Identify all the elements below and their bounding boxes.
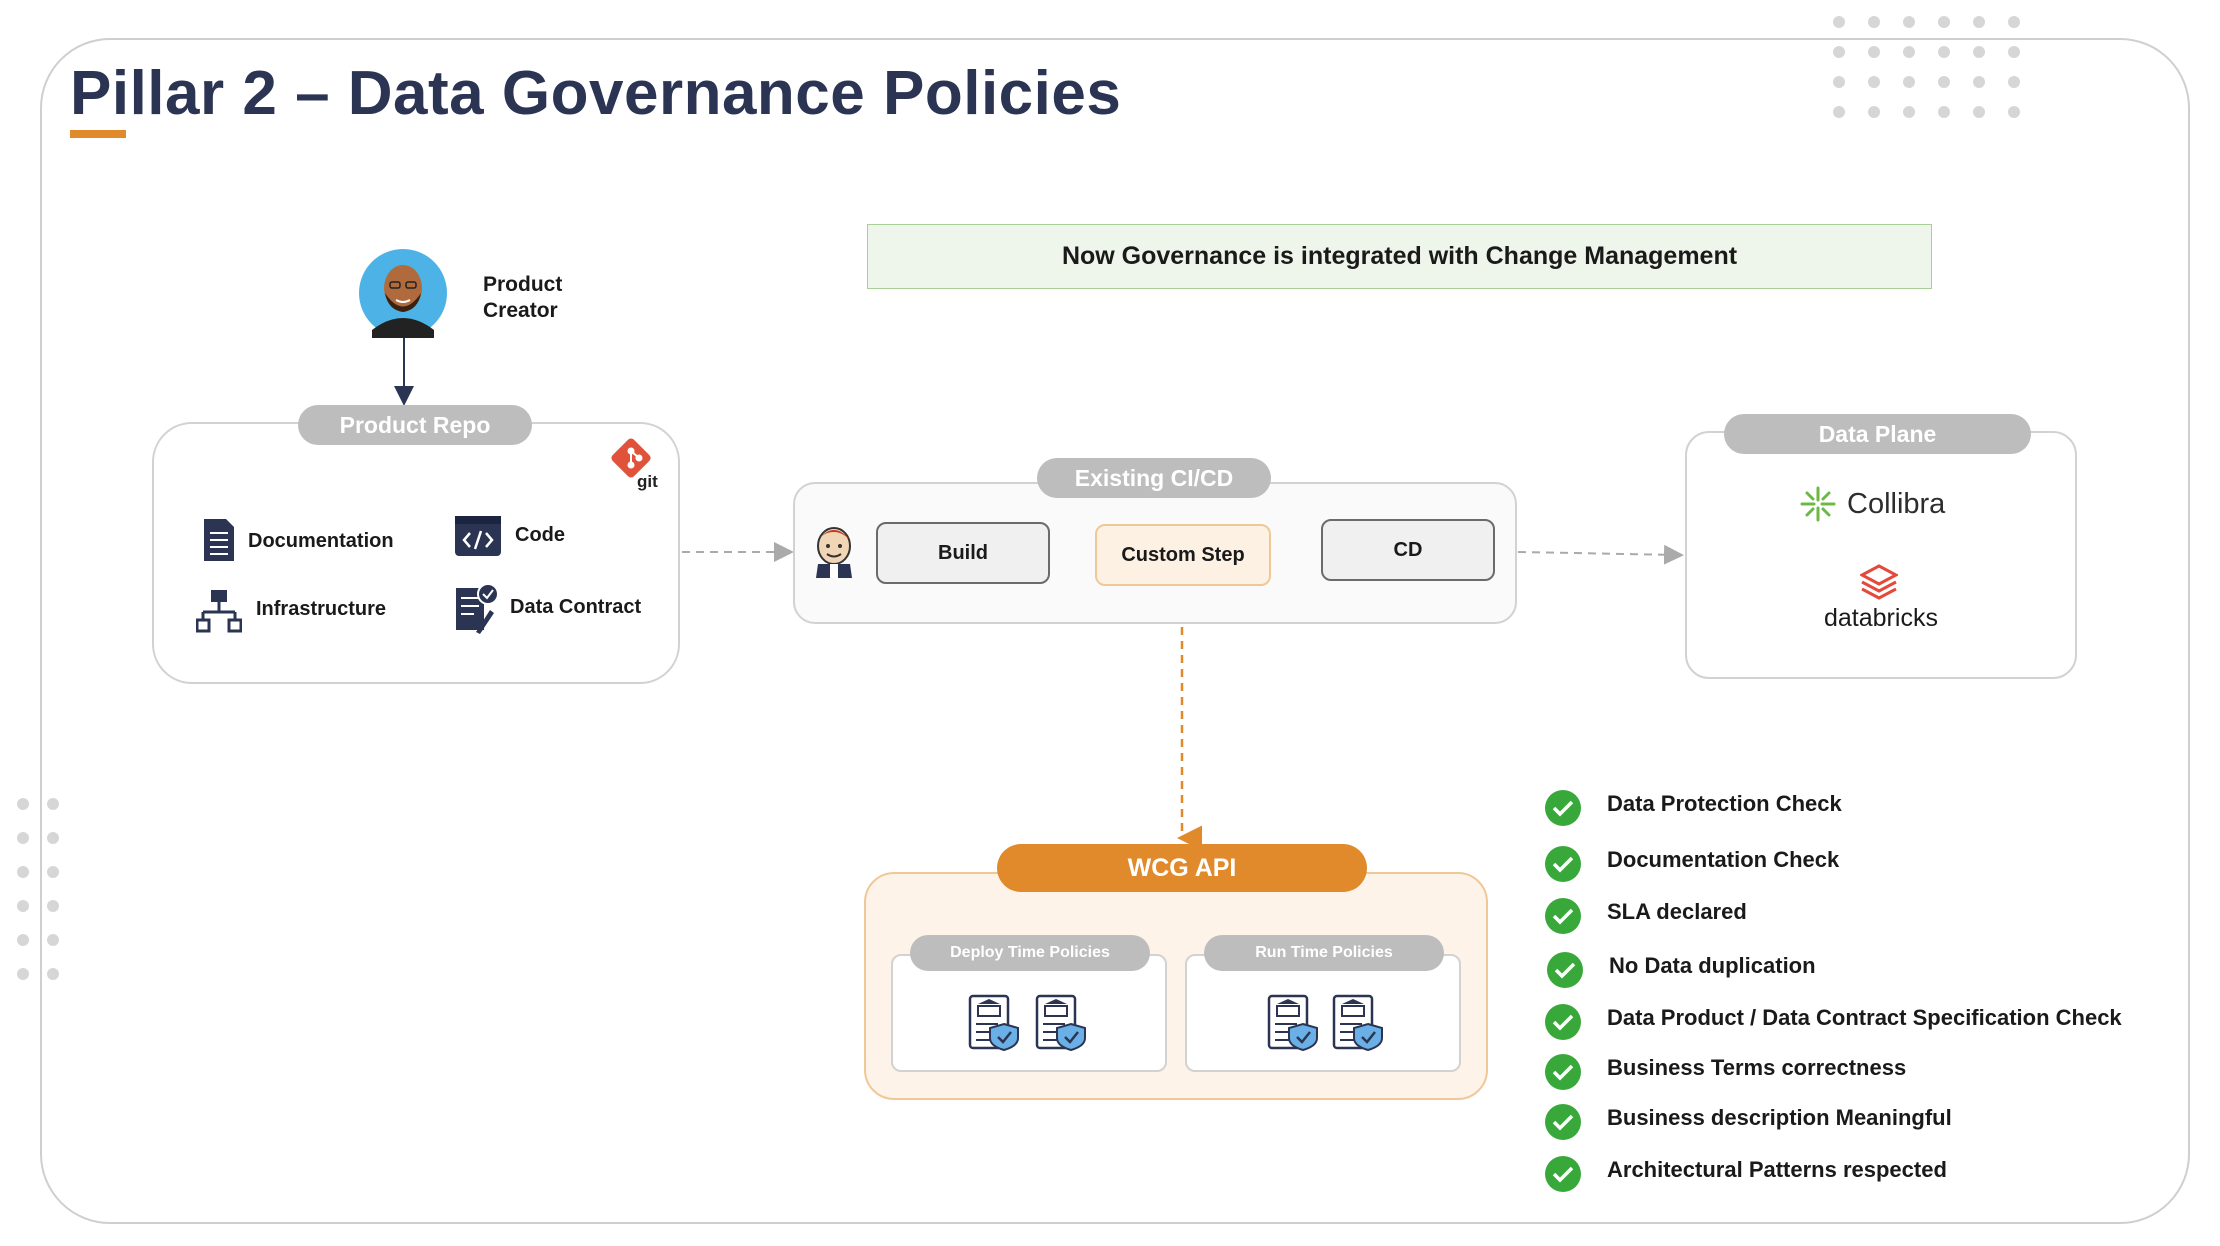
product-repo-label: Product Repo — [298, 405, 532, 445]
check-item: Data Product / Data Contract Specificati… — [1545, 1004, 2122, 1040]
databricks-label: databricks — [1824, 604, 1938, 632]
avatar — [358, 248, 448, 338]
deploy-policies-label: Deploy Time Policies — [910, 935, 1150, 971]
deploy-policies-box — [891, 954, 1167, 1072]
repo-item-code: Code — [515, 524, 565, 546]
check-item: Documentation Check — [1545, 846, 1839, 882]
policy-document-icon — [968, 994, 1022, 1052]
run-policies-label: Run Time Policies — [1204, 935, 1444, 971]
cicd-label: Existing CI/CD — [1037, 458, 1271, 498]
check-item: Business Terms correctness — [1545, 1054, 1906, 1090]
check-item: Data Protection Check — [1545, 790, 1842, 826]
jenkins-icon — [812, 524, 856, 578]
infrastructure-icon — [195, 588, 243, 634]
repo-item-documentation: Documentation — [248, 530, 394, 552]
check-icon — [1545, 1156, 1581, 1192]
data-plane-label: Data Plane — [1724, 414, 2031, 454]
policy-document-icon — [1267, 994, 1321, 1052]
run-policies-box — [1185, 954, 1461, 1072]
repo-item-infrastructure: Infrastructure — [256, 598, 387, 620]
check-icon — [1545, 898, 1581, 934]
step-cd: CD — [1321, 519, 1495, 581]
policy-document-icon — [1332, 994, 1386, 1052]
policy-document-icon — [1035, 994, 1089, 1052]
databricks-icon — [1858, 564, 1900, 600]
collibra-icon — [1800, 486, 1836, 522]
check-icon — [1545, 846, 1581, 882]
wcg-label: WCG API — [997, 844, 1367, 892]
check-icon — [1545, 1004, 1581, 1040]
check-icon — [1545, 790, 1581, 826]
cicd-to-dataplane-arrow — [1517, 544, 1684, 565]
check-item: No Data duplication — [1547, 952, 1816, 988]
check-item: Architectural Patterns respected — [1545, 1156, 1947, 1192]
git-label: git — [637, 472, 658, 491]
code-icon — [454, 515, 502, 557]
collibra-label: Collibra — [1847, 488, 1946, 520]
repo-item-data-contract: Data Contract — [510, 596, 642, 618]
step-build: Build — [876, 522, 1050, 584]
step-custom: Custom Step — [1095, 524, 1271, 586]
data-plane-box — [1685, 431, 2077, 679]
document-icon — [202, 517, 236, 563]
check-item: Business description Meaningful — [1545, 1104, 1952, 1140]
check-item: SLA declared — [1545, 898, 1747, 934]
check-icon — [1545, 1104, 1581, 1140]
data-contract-icon — [454, 582, 500, 636]
check-icon — [1547, 952, 1583, 988]
check-icon — [1545, 1054, 1581, 1090]
creator-label: Product Creator — [483, 273, 563, 322]
